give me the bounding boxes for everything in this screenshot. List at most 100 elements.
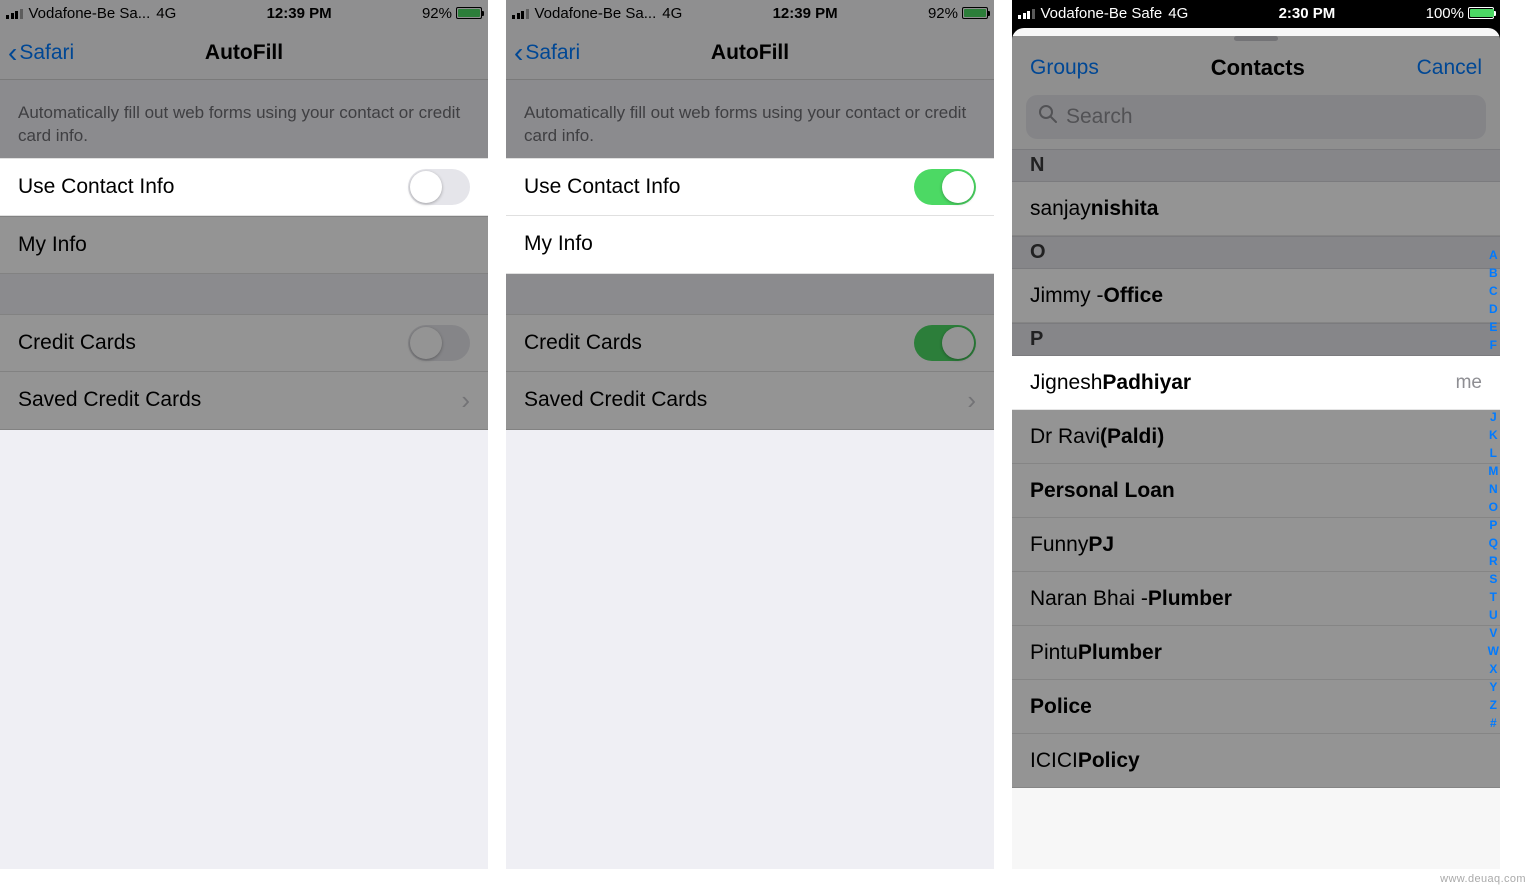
- contact-row[interactable]: sanjay nishita: [1012, 182, 1500, 236]
- saved-credit-cards-row[interactable]: Saved Credit Cards ›: [506, 372, 994, 430]
- contact-row[interactable]: Funny PJ: [1012, 518, 1500, 572]
- index-letter[interactable]: Q: [1488, 536, 1499, 550]
- back-label: Safari: [525, 41, 580, 65]
- cancel-button[interactable]: Cancel: [1417, 56, 1482, 80]
- contact-row[interactable]: ICICI Policy: [1012, 734, 1500, 788]
- index-letter[interactable]: L: [1488, 446, 1499, 460]
- credit-cards-row[interactable]: Credit Cards: [0, 314, 488, 372]
- alphabet-index[interactable]: ABCDEFGHIJKLMNOPQRSTUVWXYZ#: [1488, 248, 1499, 730]
- back-button[interactable]: ‹ Safari: [514, 39, 580, 67]
- nav-bar: ‹ Safari AutoFill: [0, 26, 488, 80]
- battery-icon: [456, 7, 482, 19]
- section-header-o: O: [1012, 236, 1500, 269]
- search-icon: [1038, 104, 1058, 130]
- index-letter[interactable]: R: [1488, 554, 1499, 568]
- row-label: Credit Cards: [524, 331, 914, 355]
- contact-row[interactable]: Personal Loan: [1012, 464, 1500, 518]
- chevron-right-icon: ›: [461, 385, 470, 416]
- chevron-right-icon: ›: [967, 385, 976, 416]
- status-bar: Vodafone-Be Safe 4G 2:30 PM 100%: [1012, 0, 1500, 26]
- index-letter[interactable]: B: [1488, 266, 1499, 280]
- carrier-label: Vodafone-Be Sa...: [535, 5, 657, 22]
- use-contact-info-row[interactable]: Use Contact Info: [0, 158, 488, 216]
- back-label: Safari: [19, 41, 74, 65]
- contacts-modal: Groups Contacts Cancel Search N sanjay n…: [1012, 28, 1500, 869]
- row-label: Saved Credit Cards: [18, 388, 461, 412]
- section-header-n: N: [1012, 149, 1500, 182]
- row-label: My Info: [18, 233, 470, 257]
- index-letter[interactable]: F: [1488, 338, 1499, 352]
- index-letter[interactable]: V: [1488, 626, 1499, 640]
- row-label: Use Contact Info: [524, 175, 914, 199]
- contact-row[interactable]: Police: [1012, 680, 1500, 734]
- carrier-label: Vodafone-Be Sa...: [29, 5, 151, 22]
- my-info-row[interactable]: My Info: [506, 216, 994, 274]
- network-label: 4G: [1168, 5, 1188, 22]
- index-letter[interactable]: X: [1488, 662, 1499, 676]
- network-label: 4G: [662, 5, 682, 22]
- use-contact-info-toggle[interactable]: [408, 169, 470, 205]
- battery-percent: 100%: [1426, 5, 1464, 22]
- me-badge: me: [1456, 372, 1482, 394]
- contact-row[interactable]: Jimmy - Office: [1012, 269, 1500, 323]
- index-letter[interactable]: T: [1488, 590, 1499, 604]
- index-letter[interactable]: E: [1488, 320, 1499, 334]
- index-letter[interactable]: #: [1488, 716, 1499, 730]
- carrier-label: Vodafone-Be Safe: [1041, 5, 1163, 22]
- modal-nav: Groups Contacts Cancel: [1012, 41, 1500, 91]
- index-letter[interactable]: U: [1488, 608, 1499, 622]
- saved-credit-cards-row[interactable]: Saved Credit Cards ›: [0, 372, 488, 430]
- nav-bar: ‹ Safari AutoFill: [506, 26, 994, 80]
- status-bar: Vodafone-Be Sa... 4G 12:39 PM 92%: [506, 0, 994, 26]
- clock-label: 12:39 PM: [682, 5, 928, 22]
- row-label: Saved Credit Cards: [524, 388, 967, 412]
- index-letter[interactable]: O: [1488, 500, 1499, 514]
- my-info-row[interactable]: My Info: [0, 216, 488, 274]
- status-bar: Vodafone-Be Sa... 4G 12:39 PM 92%: [0, 0, 488, 26]
- credit-cards-toggle[interactable]: [914, 325, 976, 361]
- battery-percent: 92%: [928, 5, 958, 22]
- screen-3-contacts-picker: Vodafone-Be Safe 4G 2:30 PM 100% Groups …: [1012, 0, 1500, 869]
- index-letter[interactable]: P: [1488, 518, 1499, 532]
- row-label: Credit Cards: [18, 331, 408, 355]
- index-letter[interactable]: D: [1488, 302, 1499, 316]
- index-letter[interactable]: K: [1488, 428, 1499, 442]
- battery-icon: [962, 7, 988, 19]
- credit-cards-row[interactable]: Credit Cards: [506, 314, 994, 372]
- screen-1-autofill-off: Vodafone-Be Sa... 4G 12:39 PM 92% ‹ Safa…: [0, 0, 488, 869]
- index-letter[interactable]: N: [1488, 482, 1499, 496]
- index-letter[interactable]: A: [1488, 248, 1499, 262]
- modal-title: Contacts: [1211, 55, 1305, 81]
- credit-cards-toggle[interactable]: [408, 325, 470, 361]
- section-header-p: P: [1012, 323, 1500, 356]
- signal-bars-icon: [6, 8, 23, 19]
- battery-icon: [1468, 7, 1494, 19]
- back-button[interactable]: ‹ Safari: [8, 39, 74, 67]
- chevron-left-icon: ‹: [514, 39, 523, 67]
- use-contact-info-row[interactable]: Use Contact Info: [506, 158, 994, 216]
- index-letter[interactable]: C: [1488, 284, 1499, 298]
- clock-label: 12:39 PM: [176, 5, 422, 22]
- groups-button[interactable]: Groups: [1030, 56, 1099, 80]
- signal-bars-icon: [512, 8, 529, 19]
- search-placeholder: Search: [1066, 105, 1133, 129]
- index-letter[interactable]: M: [1488, 464, 1499, 478]
- signal-bars-icon: [1018, 8, 1035, 19]
- index-letter[interactable]: Z: [1488, 698, 1499, 712]
- contact-row[interactable]: Naran Bhai - Plumber: [1012, 572, 1500, 626]
- section-description: Automatically fill out web forms using y…: [506, 80, 994, 158]
- contact-row[interactable]: Pintu Plumber: [1012, 626, 1500, 680]
- section-description: Automatically fill out web forms using y…: [0, 80, 488, 158]
- battery-percent: 92%: [422, 5, 452, 22]
- watermark: www.deuaq.com: [1440, 873, 1526, 885]
- use-contact-info-toggle[interactable]: [914, 169, 976, 205]
- index-letter[interactable]: J: [1488, 410, 1499, 424]
- index-letter[interactable]: W: [1488, 644, 1499, 658]
- search-input[interactable]: Search: [1026, 95, 1486, 139]
- index-letter[interactable]: Y: [1488, 680, 1499, 694]
- contact-row[interactable]: Dr Ravi (Paldi): [1012, 410, 1500, 464]
- contact-row-me[interactable]: Jignesh Padhiyar me: [1012, 356, 1500, 410]
- chevron-left-icon: ‹: [8, 39, 17, 67]
- row-label: My Info: [524, 232, 976, 256]
- index-letter[interactable]: S: [1488, 572, 1499, 586]
